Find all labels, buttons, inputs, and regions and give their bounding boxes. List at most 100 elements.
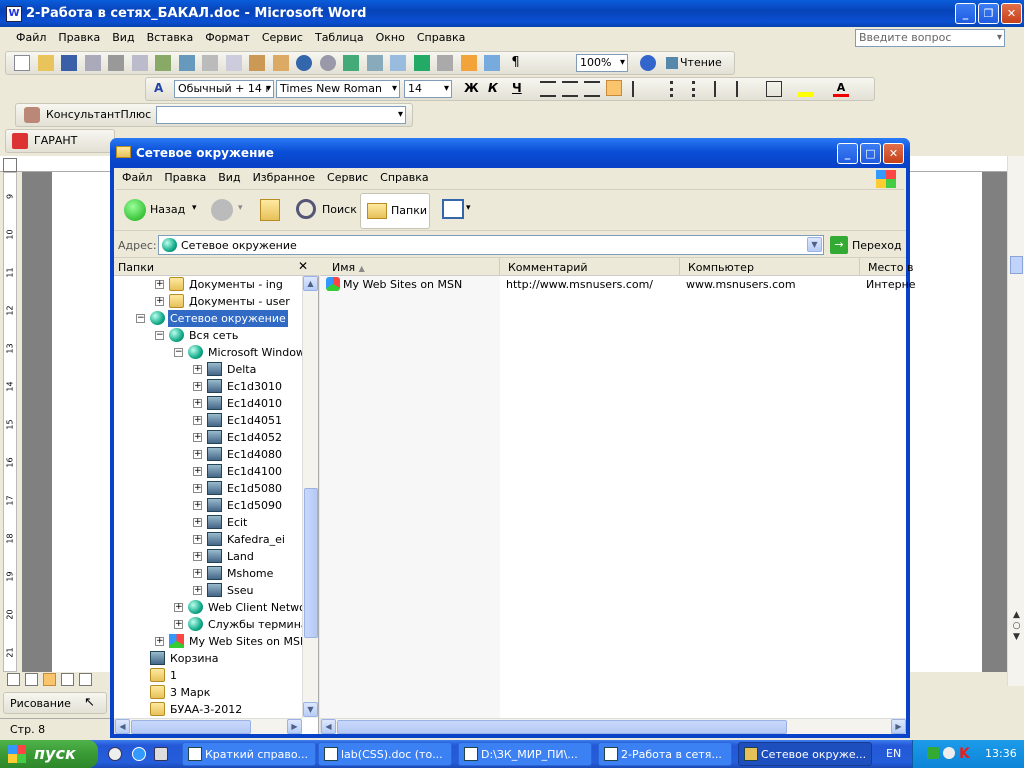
tree-hscroll-thumb[interactable] <box>131 720 251 734</box>
tree-horizontal-scrollbar[interactable]: ◀ ▶ <box>114 718 302 734</box>
expand-icon[interactable]: + <box>193 518 202 527</box>
normal-view-icon[interactable] <box>7 673 20 686</box>
explorer-title-bar[interactable]: Сетевое окружение <box>110 138 910 168</box>
tree-item[interactable]: + Web Client Network <box>114 599 302 616</box>
tab-selector[interactable] <box>3 158 17 172</box>
task-button[interactable]: D:\ЗК_МИР_ПИ\... <box>458 742 592 766</box>
exp-menu-tools[interactable]: Сервис <box>321 168 374 188</box>
word-restore-button[interactable]: ❐ <box>978 3 999 24</box>
tray-security-icon[interactable] <box>943 747 955 759</box>
spelling-icon[interactable] <box>155 55 171 71</box>
expand-icon[interactable]: + <box>193 382 202 391</box>
quicklaunch-ie-icon[interactable] <box>132 747 146 761</box>
task-button[interactable]: lab(CSS).doc (то... <box>318 742 452 766</box>
collapse-icon[interactable]: − <box>174 348 183 357</box>
reading-view-icon[interactable] <box>79 673 92 686</box>
tree-item[interactable]: + Документы - ing <box>114 276 302 293</box>
italic-button[interactable]: К <box>488 81 498 95</box>
underline-button[interactable]: Ч <box>512 81 522 95</box>
tray-network-icon[interactable] <box>927 747 939 759</box>
insert-excel-icon[interactable] <box>413 55 430 71</box>
expand-icon[interactable]: + <box>193 569 202 578</box>
list-scroll-left-icon[interactable]: ◀ <box>321 719 336 734</box>
increase-indent-icon[interactable] <box>736 81 752 97</box>
line-spacing-icon[interactable] <box>632 81 648 97</box>
start-button[interactable]: пуск <box>0 740 98 768</box>
tree-item[interactable]: − Сетевое окружение <box>114 310 302 327</box>
collapse-icon[interactable]: − <box>155 331 164 340</box>
drawing-menu[interactable]: Рисование <box>10 697 71 710</box>
question-input[interactable]: Введите вопрос <box>855 29 1005 47</box>
list-scroll-right-icon[interactable]: ▶ <box>891 719 906 734</box>
web-view-icon[interactable] <box>25 673 38 686</box>
language-indicator[interactable]: EN <box>886 747 901 760</box>
quicklaunch-media-icon[interactable] <box>108 747 122 761</box>
new-doc-icon[interactable] <box>14 55 30 71</box>
tree-item[interactable]: Корзина <box>114 650 302 667</box>
tree-item[interactable]: − Вся сеть <box>114 327 302 344</box>
redo-icon[interactable] <box>319 55 336 71</box>
copy-icon[interactable] <box>225 55 242 71</box>
word-menu-tools[interactable]: Сервис <box>256 28 309 48</box>
styles-icon[interactable]: A <box>154 81 170 97</box>
explorer-maximize-button[interactable]: □ <box>860 143 881 164</box>
address-dropdown-icon[interactable]: ▼ <box>807 237 822 252</box>
drawing-icon[interactable] <box>460 55 477 71</box>
word-menu-help[interactable]: Справка <box>411 28 471 48</box>
borders-icon[interactable] <box>766 81 782 97</box>
word-menu-window[interactable]: Окно <box>370 28 411 48</box>
align-left-icon[interactable] <box>540 81 556 97</box>
back-arrow-icon[interactable] <box>124 199 146 221</box>
tree-item[interactable]: + Ec1d4100 <box>114 463 302 480</box>
tree-vertical-scrollbar[interactable]: ▲ ▼ <box>302 276 318 718</box>
expand-icon[interactable]: + <box>193 450 202 459</box>
tree-item[interactable]: + Ec1d4080 <box>114 446 302 463</box>
word-minimize-button[interactable]: _ <box>955 3 976 24</box>
task-button[interactable]: Краткий справо... <box>182 742 316 766</box>
column-computer[interactable]: Компьютер <box>680 258 860 276</box>
konsultant-menu[interactable]: КонсультантПлюс <box>46 108 151 121</box>
column-location[interactable]: Место в <box>860 258 920 276</box>
close-pane-icon[interactable]: ✕ <box>298 259 308 273</box>
garant-menu[interactable]: ГАРАНТ <box>34 134 77 147</box>
word-menu-insert[interactable]: Вставка <box>141 28 200 48</box>
word-scroll-thumb[interactable] <box>1010 256 1023 274</box>
back-button[interactable]: Назад <box>150 203 185 216</box>
print-layout-view-icon[interactable] <box>43 673 56 686</box>
font-size-select[interactable]: 14 <box>404 80 452 98</box>
go-arrow-icon[interactable]: → <box>830 236 848 254</box>
tree-scroll-down-icon[interactable]: ▼ <box>303 702 318 717</box>
save-icon[interactable] <box>61 55 77 71</box>
align-center-icon[interactable] <box>562 81 578 97</box>
tree-item[interactable]: + Ec1d4052 <box>114 429 302 446</box>
reading-button[interactable]: Чтение <box>666 56 722 69</box>
task-button[interactable]: Сетевое окруже... <box>738 742 872 766</box>
bold-button[interactable]: Ж <box>464 81 479 95</box>
exp-menu-help[interactable]: Справка <box>374 168 434 188</box>
outline-view-icon[interactable] <box>61 673 74 686</box>
expand-icon[interactable]: + <box>193 535 202 544</box>
tables-borders-icon[interactable] <box>366 55 383 71</box>
tree-item[interactable]: + Ec1d5080 <box>114 480 302 497</box>
clock[interactable]: 13:36 <box>985 747 1017 760</box>
task-button[interactable]: 2-Работа в сетя... <box>598 742 732 766</box>
word-menu-view[interactable]: Вид <box>106 28 140 48</box>
search-button[interactable]: Поиск <box>322 203 357 216</box>
tree-item[interactable]: + Документы - user <box>114 293 302 310</box>
exp-menu-edit[interactable]: Правка <box>158 168 212 188</box>
quicklaunch-desktop-icon[interactable] <box>154 747 168 761</box>
explorer-close-button[interactable]: ✕ <box>883 143 904 164</box>
cut-icon[interactable] <box>202 55 218 71</box>
expand-icon[interactable]: + <box>193 416 202 425</box>
tree-item[interactable]: + Sseu <box>114 582 302 599</box>
word-close-button[interactable]: ✕ <box>1001 3 1022 24</box>
columns-icon[interactable] <box>437 55 453 71</box>
help-icon[interactable] <box>640 55 656 71</box>
expand-icon[interactable]: + <box>155 280 164 289</box>
column-name[interactable]: Имя ▲ <box>320 258 500 276</box>
highlight-icon[interactable] <box>798 81 814 97</box>
font-select[interactable]: Times New Roman <box>276 80 400 98</box>
word-vertical-scrollbar[interactable]: ▲ ○ ▼ <box>1007 156 1024 686</box>
expand-icon[interactable]: + <box>193 399 202 408</box>
list-hscroll-thumb[interactable] <box>337 720 787 734</box>
